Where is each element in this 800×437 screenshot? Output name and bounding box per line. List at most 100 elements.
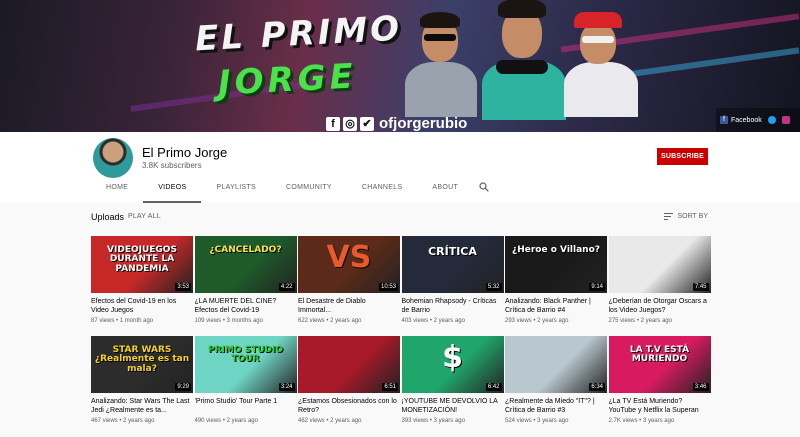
video-views: 490 views — [194, 418, 222, 424]
video-card[interactable]: VS 10:53 El Desastre de Diablo Immortal...… — [298, 236, 400, 324]
tab-playlists[interactable]: PLAYLISTS — [201, 178, 271, 203]
instagram-icon: ◎ — [343, 116, 357, 131]
video-thumbnail[interactable]: STAR WARS ¿Realmente es tan mala? 9:29 — [91, 336, 193, 393]
video-title[interactable]: ¿Deberían de Otorgar Oscars a los Video … — [609, 297, 711, 315]
sort-icon — [663, 213, 673, 220]
video-age: 3 years ago — [642, 418, 675, 424]
banner-title-line2: JORGE — [217, 56, 358, 104]
twitter-link-icon[interactable] — [767, 116, 776, 124]
video-duration: 9:14 — [589, 283, 605, 291]
video-title[interactable]: ¿LA MUERTE DEL CINE? Efectos del Covid-1… — [195, 297, 297, 315]
video-thumbnail[interactable]: LA T.V ESTÁ MURIENDO 3:46 — [608, 336, 711, 393]
video-card[interactable]: STAR WARS ¿Realmente es tan mala? 9:29 Ana… — [91, 336, 193, 424]
tab-about[interactable]: ABOUT — [417, 178, 473, 203]
banner-person-left — [400, 4, 480, 117]
banner-title-line1: EL PRIMO — [194, 8, 404, 60]
video-age: 3 years ago — [537, 418, 569, 424]
video-title[interactable]: ¡YOUTUBE ME DEVOLVIÓ LA MONETIZACIÓN! — [402, 397, 504, 415]
video-age: 2 years ago — [226, 418, 258, 424]
banner-handle: ofjorgerubio — [379, 115, 468, 132]
video-card[interactable]: 6:51 ¿Estamos Obsesionados con lo Retro? 4… — [298, 336, 400, 424]
video-meta: 87 views • 1 month ago — [91, 318, 193, 324]
video-duration: 4:22 — [278, 283, 295, 291]
video-views: 293 views — [505, 318, 532, 324]
video-meta: 490 views • 2 years ago — [195, 418, 297, 424]
video-age: 3 months ago — [226, 318, 263, 324]
video-card[interactable]: PRIMO STUDIO TOUR 3:24 'Primo Studio' Tour… — [194, 336, 297, 424]
facebook-link-label: Facebook — [731, 116, 762, 124]
video-title[interactable]: Efectos del Covid-19 en los Video Juegos — [91, 297, 193, 315]
video-thumbnail[interactable]: VIDEOJUEGOS DURANTE LA PANDEMIA 3:53 — [91, 236, 193, 293]
video-thumbnail[interactable]: 7:45 — [608, 236, 711, 293]
video-thumbnail[interactable]: $6:42 — [401, 336, 504, 393]
video-card[interactable]: 6:34 ¿Realmente da Miedo "IT"? | Crítica … — [505, 336, 607, 424]
banner-person-center — [478, 0, 568, 120]
video-views: 393 views — [401, 418, 429, 424]
video-title[interactable]: 'Primo Studio' Tour Parte 1 — [195, 397, 297, 415]
facebook-icon: f — [326, 116, 340, 131]
channel-avatar[interactable] — [93, 138, 133, 178]
channel-banner: EL PRIMO JORGE f ◎ ✔ ofjorgerubio f Faceb… — [0, 0, 800, 132]
video-title[interactable]: Analizando: Black Panther | Crítica de B… — [505, 297, 607, 315]
video-duration: 5:32 — [485, 283, 502, 291]
video-title[interactable]: Bohemian Rhapsody - Críticas de Barrio — [402, 297, 504, 315]
thumbnail-text: ¿Heroe o Villano? — [512, 245, 600, 255]
video-title[interactable]: El Desastre de Diablo Immortal... — [298, 297, 400, 315]
thumbnail-text: CRÍTICA — [428, 245, 477, 258]
sort-by-label: SORT BY — [677, 213, 708, 220]
video-age: 2 years ago — [537, 318, 569, 324]
video-title[interactable]: ¿Realmente da Miedo "IT"? | Crítica de B… — [505, 397, 607, 415]
video-card[interactable]: 7:45 ¿Deberían de Otorgar Oscars a los Vi… — [608, 236, 711, 324]
video-thumbnail[interactable]: 6:34 — [505, 336, 607, 393]
video-thumbnail[interactable]: 6:51 — [298, 336, 400, 393]
video-card[interactable]: ¿CANCELADO? 4:22 ¿LA MUERTE DEL CINE? Efec… — [194, 236, 297, 324]
video-duration: 6:51 — [382, 383, 398, 391]
video-card[interactable]: VIDEOJUEGOS DURANTE LA PANDEMIA 3:53 Efect… — [91, 236, 193, 324]
video-views: 87 views — [91, 318, 115, 324]
search-icon — [479, 182, 489, 192]
video-views: 403 views — [401, 318, 429, 324]
video-views: 2.7K views — [608, 418, 638, 424]
tab-videos[interactable]: VIDEOS — [143, 178, 202, 203]
banner-person-right — [560, 2, 640, 117]
tab-home[interactable]: HOME — [91, 178, 143, 203]
video-card[interactable]: CRÍTICA 5:32 Bohemian Rhapsody - Críticas … — [401, 236, 504, 324]
video-meta: 393 views • 3 years ago — [402, 418, 504, 424]
video-card[interactable]: $6:42 ¡YOUTUBE ME DEVOLVIÓ LA MONETIZACIÓ… — [401, 336, 504, 424]
video-views: 467 views — [91, 418, 118, 424]
instagram-link-icon[interactable] — [781, 116, 790, 124]
video-age: 2 years ago — [433, 318, 465, 324]
video-views: 275 views — [608, 318, 636, 324]
uploads-header: Uploads PLAY ALL SORT BY — [91, 212, 711, 226]
video-duration: 6:34 — [589, 383, 605, 391]
facebook-link[interactable]: f Facebook — [720, 116, 762, 124]
video-views: 462 views — [298, 418, 325, 424]
video-title[interactable]: Analizando: Star Wars The Last Jedi ¿Rea… — [91, 397, 193, 415]
sort-by-button[interactable]: SORT BY — [663, 213, 708, 220]
thumbnail-text: VIDEOJUEGOS DURANTE LA PANDEMIA — [107, 245, 177, 274]
video-meta: 467 views • 2 years ago — [91, 418, 193, 424]
thumbnail-text: ¿CANCELADO? — [209, 245, 282, 255]
video-card[interactable]: LA T.V ESTÁ MURIENDO 3:46 ¿La TV Está Muri… — [608, 336, 711, 424]
tab-community[interactable]: COMMUNITY — [271, 178, 347, 203]
video-views: 622 views — [298, 318, 325, 324]
video-duration: 3:46 — [692, 383, 709, 391]
video-thumbnail[interactable]: ¿Heroe o Villano? 9:14 — [505, 236, 607, 293]
channel-search-button[interactable] — [473, 178, 495, 203]
subscribe-button[interactable]: SUBSCRIBE — [657, 148, 708, 165]
video-thumbnail[interactable]: CRÍTICA 5:32 — [401, 236, 504, 293]
tab-channels[interactable]: CHANNELS — [347, 178, 418, 203]
play-all-button[interactable]: PLAY ALL — [128, 213, 161, 220]
video-age: 2 years ago — [640, 318, 672, 324]
video-thumbnail[interactable]: ¿CANCELADO? 4:22 — [194, 236, 297, 293]
video-duration: 9:29 — [175, 383, 191, 391]
video-title[interactable]: ¿Estamos Obsesionados con lo Retro? — [298, 397, 400, 415]
video-card[interactable]: ¿Heroe o Villano? 9:14 Analizando: Black P… — [505, 236, 607, 324]
video-title[interactable]: ¿La TV Está Muriendo? YouTube y Netflix … — [609, 397, 711, 415]
video-views: 524 views — [505, 418, 532, 424]
video-thumbnail[interactable]: PRIMO STUDIO TOUR 3:24 — [194, 336, 297, 393]
video-meta: 622 views • 2 years ago — [298, 318, 400, 324]
video-views: 109 views — [194, 318, 222, 324]
video-thumbnail[interactable]: VS 10:53 — [298, 236, 400, 293]
video-age: 2 years ago — [123, 418, 155, 424]
